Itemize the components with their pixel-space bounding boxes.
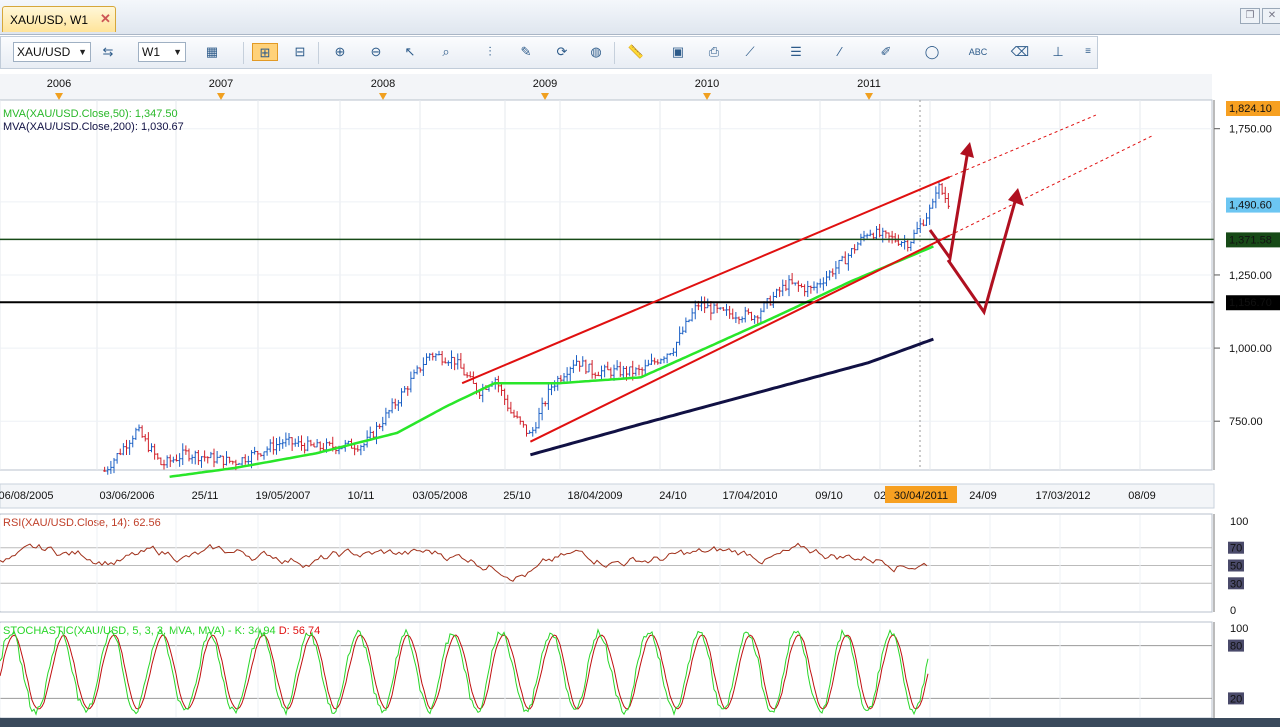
channel-lower-extension (949, 135, 1153, 236)
arrowhead-up (960, 142, 974, 158)
x-tick-label: 19/05/2007 (255, 490, 310, 502)
rsi-pane (0, 513, 1213, 613)
x-tick-label: 08/09 (1128, 490, 1156, 502)
x-tick-label: 24/10 (659, 490, 687, 502)
timeline-year-label: 2010 (695, 78, 719, 90)
taskbar-strip (0, 718, 1280, 727)
x-tick-label: 25/10 (503, 490, 531, 502)
year-timeline (0, 74, 1212, 100)
x-tick-label: 17/03/2012 (1035, 490, 1090, 502)
rsi-tick-label: 70 (1230, 543, 1242, 555)
x-tick-label: 17/04/2010 (722, 490, 777, 502)
price-tag-label: 1,824.10 (1229, 103, 1272, 115)
price-tag-label: 1,156.70 (1229, 297, 1272, 309)
ma200-line (529, 337, 934, 457)
timeline-year-label: 2006 (47, 78, 71, 90)
y-tick-label: 1,000.00 (1229, 343, 1272, 355)
x-tick-label: 09/10 (815, 490, 843, 502)
price-tag-label: 1,371.58 (1229, 234, 1272, 246)
x-tick-label: 03/06/2006 (99, 490, 154, 502)
main-pane-frame (0, 99, 1213, 471)
x-tick-label: 18/04/2009 (567, 490, 622, 502)
rsi-tick-label: 0 (1230, 605, 1236, 617)
rsi-title: RSI(XAU/USD.Close, 14): 62.56 (3, 517, 161, 529)
timeline-year-label: 2007 (209, 78, 233, 90)
x-tick-label: 02 (874, 490, 886, 502)
x-tick-label: 03/05/2008 (412, 490, 467, 502)
price-tag-label: 1,490.60 (1229, 200, 1272, 212)
timeline-year-label: 2009 (533, 78, 557, 90)
channel-upper-extension (949, 114, 1097, 178)
rsi-tick-label: 50 (1230, 561, 1242, 573)
y-tick-label: 1,250.00 (1229, 270, 1272, 282)
ma50-legend: MVA(XAU/USD.Close,50): 1,347.50 (3, 108, 178, 120)
price-axis (1214, 100, 1280, 470)
x-tick-label: 24/09 (969, 490, 997, 502)
stochastic-tick-label: 20 (1230, 693, 1242, 705)
ma50-line (169, 245, 934, 479)
stochastic-tick-label: 100 (1230, 623, 1248, 635)
price-bars (103, 181, 950, 475)
y-tick-label: 750.00 (1229, 416, 1263, 428)
stochastic-tick-label: 80 (1230, 641, 1242, 653)
rsi-tick-label: 100 (1230, 516, 1248, 528)
y-tick-label: 1,750.00 (1229, 124, 1272, 136)
rsi-tick-label: 30 (1230, 578, 1242, 590)
timeline-year-label: 2011 (857, 78, 881, 90)
x-tick-label: 06/08/2005 (0, 490, 54, 502)
channel-upper (461, 176, 951, 385)
timeline-year-label: 2008 (371, 78, 395, 90)
chart-canvas[interactable]: 2006 2007 2008 2009 2010 2011 MVA(XAU/USD.Clo… (0, 0, 1280, 720)
x-tick-label: 10/11 (348, 490, 375, 502)
x-tick-label: 30/04/2011 (894, 490, 948, 502)
x-tick-label: 25/11 (192, 490, 219, 502)
ma200-legend: MVA(XAU/USD.Close,200): 1,030.67 (3, 121, 184, 133)
